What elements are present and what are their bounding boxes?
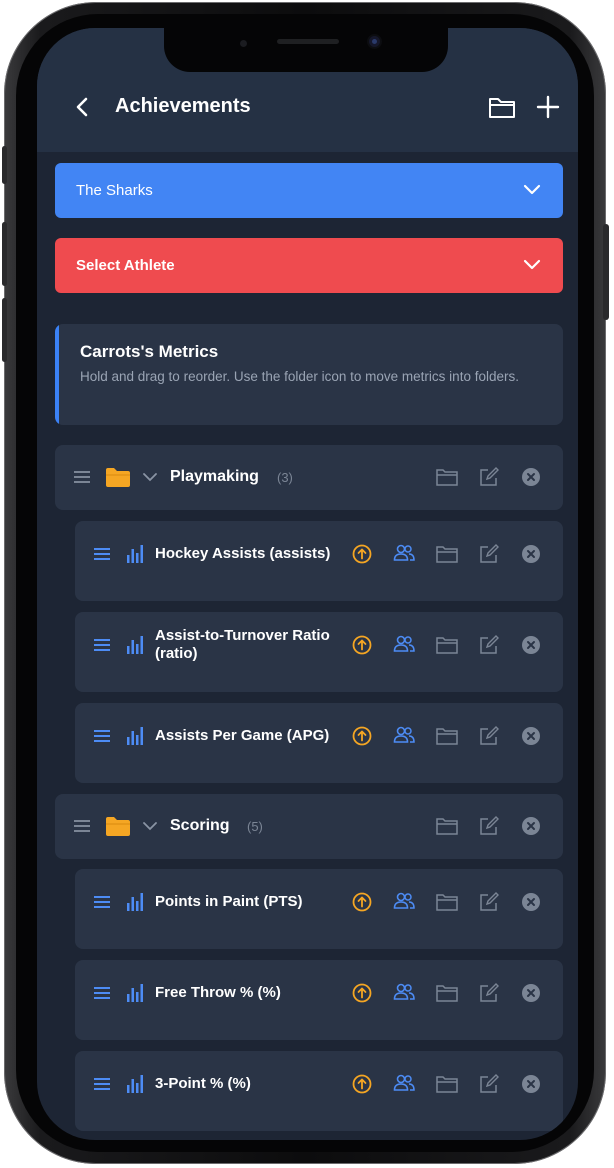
mute-switch (2, 146, 7, 184)
metric-item[interactable]: 3-Point % (%) (75, 1051, 563, 1131)
chevron-down-icon (523, 184, 541, 195)
earpiece-speaker (277, 39, 339, 44)
sensor-dot (240, 40, 247, 47)
users-icon[interactable] (393, 892, 415, 910)
chevron-down-icon[interactable] (143, 471, 157, 483)
metric-name: 3-Point % (%) (155, 1075, 251, 1092)
team-select[interactable]: The Sharks (55, 163, 563, 218)
folder-icon (106, 468, 130, 487)
folder-icon[interactable] (436, 984, 458, 1002)
edit-icon[interactable] (479, 983, 499, 1003)
users-icon[interactable] (393, 544, 415, 562)
metric-name: Points in Paint (PTS) (155, 893, 303, 910)
close-circle-icon[interactable] (522, 468, 540, 486)
edit-icon[interactable] (479, 726, 499, 746)
folder-row-scoring[interactable]: Scoring (5) (55, 794, 563, 859)
arrow-up-circle-icon[interactable] (352, 635, 372, 655)
folder-icon[interactable] (487, 94, 517, 120)
metric-item[interactable]: Hockey Assists (assists) (75, 521, 563, 601)
metric-item[interactable]: Assist-to-Turnover Ratio (ratio) (75, 612, 563, 692)
close-circle-icon[interactable] (522, 636, 540, 654)
arrow-up-circle-icon[interactable] (352, 726, 372, 746)
chevron-down-icon (523, 259, 541, 270)
edit-icon[interactable] (479, 544, 499, 564)
arrow-up-circle-icon[interactable] (352, 983, 372, 1003)
edit-icon[interactable] (479, 1074, 499, 1094)
arrow-up-circle-icon[interactable] (352, 892, 372, 912)
bar-chart-icon (127, 545, 143, 563)
drag-handle-icon[interactable] (93, 895, 111, 909)
drag-handle-icon[interactable] (93, 729, 111, 743)
bar-chart-icon (127, 636, 143, 654)
metric-name: Free Throw % (%) (155, 984, 281, 1001)
edit-icon[interactable] (479, 635, 499, 655)
close-circle-icon[interactable] (522, 817, 540, 835)
info-title: Carrots's Metrics (80, 342, 219, 361)
back-chevron-icon[interactable] (72, 94, 94, 120)
close-circle-icon[interactable] (522, 984, 540, 1002)
app-screen: Achievements The Sharks Select Athlete C… (37, 28, 578, 1140)
bar-chart-icon (127, 893, 143, 911)
close-circle-icon[interactable] (522, 1075, 540, 1093)
drag-handle-icon[interactable] (73, 470, 91, 484)
folder-icon[interactable] (436, 1075, 458, 1093)
bar-chart-icon (127, 1075, 143, 1093)
folder-count: (5) (247, 819, 263, 834)
metric-item[interactable]: Free Throw % (%) (75, 960, 563, 1040)
folder-count: (3) (277, 470, 293, 485)
arrow-up-circle-icon[interactable] (352, 544, 372, 564)
front-camera (369, 36, 380, 47)
chevron-down-icon[interactable] (143, 820, 157, 832)
drag-handle-icon[interactable] (93, 1077, 111, 1091)
folder-name: Playmaking (170, 468, 259, 485)
folder-icon[interactable] (436, 817, 458, 835)
users-icon[interactable] (393, 726, 415, 744)
metric-name: Assist-to-Turnover Ratio (ratio) (155, 627, 330, 662)
metric-item[interactable]: Assists Per Game (APG) (75, 703, 563, 783)
edit-icon[interactable] (479, 892, 499, 912)
metric-name: Hockey Assists (assists) (155, 545, 331, 562)
volume-up-button (2, 222, 7, 286)
drag-handle-icon[interactable] (73, 819, 91, 833)
metric-item[interactable]: Points in Paint (PTS) (75, 869, 563, 949)
folder-name: Scoring (170, 817, 230, 834)
page-title: Achievements (115, 95, 251, 117)
metric-name: Assists Per Game (APG) (155, 727, 330, 744)
bar-chart-icon (127, 984, 143, 1002)
athlete-select[interactable]: Select Athlete (55, 238, 563, 293)
metrics-info-card: Carrots's Metrics Hold and drag to reord… (55, 324, 563, 425)
drag-handle-icon[interactable] (93, 547, 111, 561)
bar-chart-icon (127, 727, 143, 745)
close-circle-icon[interactable] (522, 545, 540, 563)
plus-icon[interactable] (536, 94, 560, 120)
close-circle-icon[interactable] (522, 727, 540, 745)
power-button (603, 224, 609, 320)
arrow-up-circle-icon[interactable] (352, 1074, 372, 1094)
users-icon[interactable] (393, 1074, 415, 1092)
folder-icon[interactable] (436, 545, 458, 563)
edit-icon[interactable] (479, 467, 499, 487)
close-circle-icon[interactable] (522, 893, 540, 911)
folder-icon[interactable] (436, 636, 458, 654)
drag-handle-icon[interactable] (93, 638, 111, 652)
athlete-select-value: Select Athlete (76, 257, 175, 274)
info-accent-bar (55, 324, 59, 425)
users-icon[interactable] (393, 635, 415, 653)
folder-icon[interactable] (436, 468, 458, 486)
folder-icon[interactable] (436, 727, 458, 745)
volume-down-button (2, 298, 7, 362)
folder-row-playmaking[interactable]: Playmaking (3) (55, 445, 563, 510)
drag-handle-icon[interactable] (93, 986, 111, 1000)
team-select-value: The Sharks (76, 182, 153, 199)
device-notch (164, 28, 448, 72)
folder-icon[interactable] (436, 893, 458, 911)
users-icon[interactable] (393, 983, 415, 1001)
edit-icon[interactable] (479, 816, 499, 836)
folder-icon (106, 817, 130, 836)
info-description: Hold and drag to reorder. Use the folder… (80, 369, 519, 384)
